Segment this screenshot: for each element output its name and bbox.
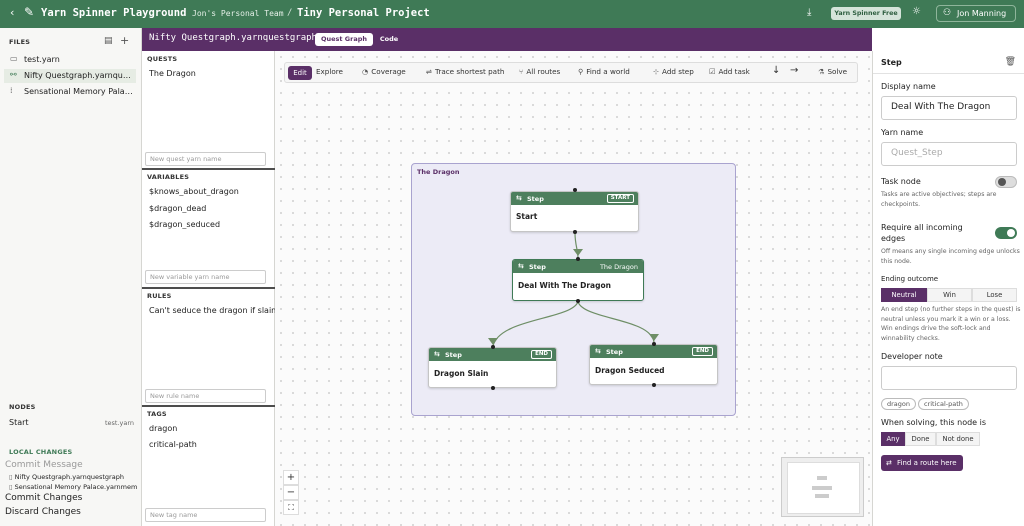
display-name-input[interactable]: Deal With The Dragon xyxy=(881,96,1017,120)
edge-arrow xyxy=(488,338,498,345)
node-title: Dragon Slain xyxy=(434,369,489,378)
require-incoming-help: Off means any single incoming edge unloc… xyxy=(881,248,1020,265)
solving-not-done-option[interactable]: Not done xyxy=(936,432,980,446)
developer-note-label: Developer note xyxy=(881,352,943,361)
toggle-knob xyxy=(998,178,1006,186)
toggle-knob xyxy=(1007,229,1015,237)
graph-node-deal-with-dragon[interactable]: ⇆ Step The Dragon Deal With The Dragon xyxy=(512,259,644,301)
find-route-label: Find a route here xyxy=(897,459,957,467)
zoom-in-button[interactable]: + xyxy=(283,470,299,485)
node-kind: Step xyxy=(529,263,546,271)
ending-outcome-label: Ending outcome xyxy=(881,275,939,283)
task-node-help: Tasks are active objectives; steps are c… xyxy=(881,191,997,208)
solving-label: When solving, this node is xyxy=(881,418,987,427)
minimap-node xyxy=(812,486,832,490)
yarn-name-input[interactable]: Quest_Step xyxy=(881,142,1017,166)
minimap-node xyxy=(815,494,829,498)
graph-node-dragon-slain[interactable]: ⇆ Step END Dragon Slain xyxy=(428,347,557,388)
graph-node-dragon-seduced[interactable]: ⇆ Step END Dragon Seduced xyxy=(589,344,718,385)
node-title: Start xyxy=(516,212,538,221)
ending-win-option[interactable]: Win xyxy=(927,288,972,302)
solving-done-option[interactable]: Done xyxy=(905,432,936,446)
node-header: ⇆ Step START xyxy=(511,192,638,205)
step-icon: ⇆ xyxy=(595,347,601,355)
node-input-port[interactable] xyxy=(491,345,495,349)
display-name-label: Display name xyxy=(881,82,936,91)
route-icon: ⇄ xyxy=(886,459,892,467)
task-node-label: Task node xyxy=(881,177,921,186)
ending-neutral-option[interactable]: Neutral xyxy=(881,288,927,302)
node-kind: Step xyxy=(445,351,462,359)
node-header: ⇆ Step The Dragon xyxy=(513,260,643,273)
minimap[interactable] xyxy=(781,457,864,517)
node-kind: Step xyxy=(527,195,544,203)
yarn-name-label: Yarn name xyxy=(881,128,924,137)
node-title: Dragon Seduced xyxy=(595,366,665,375)
node-tag: START xyxy=(606,194,634,203)
require-incoming-label: Require all incoming edges xyxy=(881,223,963,243)
fit-view-button[interactable]: ⛶ xyxy=(283,500,299,515)
edge-deal-to-seduced xyxy=(577,301,655,343)
find-route-button[interactable]: ⇄ Find a route here xyxy=(881,455,963,471)
inspector-panel: Step 🗑 Display name Deal With The Dragon… xyxy=(872,51,1024,526)
ending-lose-option[interactable]: Lose xyxy=(972,288,1017,302)
node-title: Deal With The Dragon xyxy=(518,281,611,290)
node-output-port[interactable] xyxy=(576,299,580,303)
edge-deal-to-slain xyxy=(492,301,579,347)
trash-icon[interactable]: 🗑 xyxy=(1005,57,1016,67)
require-incoming-toggle[interactable] xyxy=(995,227,1017,239)
inspector-heading: Step xyxy=(881,58,902,67)
note-tag-chip[interactable]: critical-path xyxy=(918,398,969,410)
node-output-port[interactable] xyxy=(573,230,577,234)
node-tag: END xyxy=(531,350,552,359)
step-icon: ⇆ xyxy=(516,194,522,202)
ending-outcome-help: An end step (no further steps in the que… xyxy=(881,306,1021,342)
graph-node-start[interactable]: ⇆ Step START Start xyxy=(510,191,639,232)
node-output-port[interactable] xyxy=(491,386,495,390)
node-output-port[interactable] xyxy=(652,383,656,387)
step-icon: ⇆ xyxy=(434,350,440,358)
node-header: ⇆ Step END xyxy=(590,345,717,358)
node-kind: Step xyxy=(606,348,623,356)
node-input-port[interactable] xyxy=(573,188,577,192)
minimap-node xyxy=(817,476,827,480)
edge-arrow xyxy=(573,249,583,256)
step-icon: ⇆ xyxy=(518,262,524,270)
solving-any-option[interactable]: Any xyxy=(881,432,905,446)
node-tag: END xyxy=(692,347,713,356)
node-tag: The Dragon xyxy=(599,263,638,271)
node-input-port[interactable] xyxy=(652,342,656,346)
zoom-out-button[interactable]: − xyxy=(283,485,299,500)
node-header: ⇆ Step END xyxy=(429,348,556,361)
edge-arrow xyxy=(649,334,659,341)
developer-note-input[interactable] xyxy=(881,366,1017,390)
note-tag-chip[interactable]: dragon xyxy=(881,398,917,410)
divider xyxy=(873,73,1024,74)
node-input-port[interactable] xyxy=(576,257,580,261)
task-node-toggle[interactable] xyxy=(995,176,1017,188)
